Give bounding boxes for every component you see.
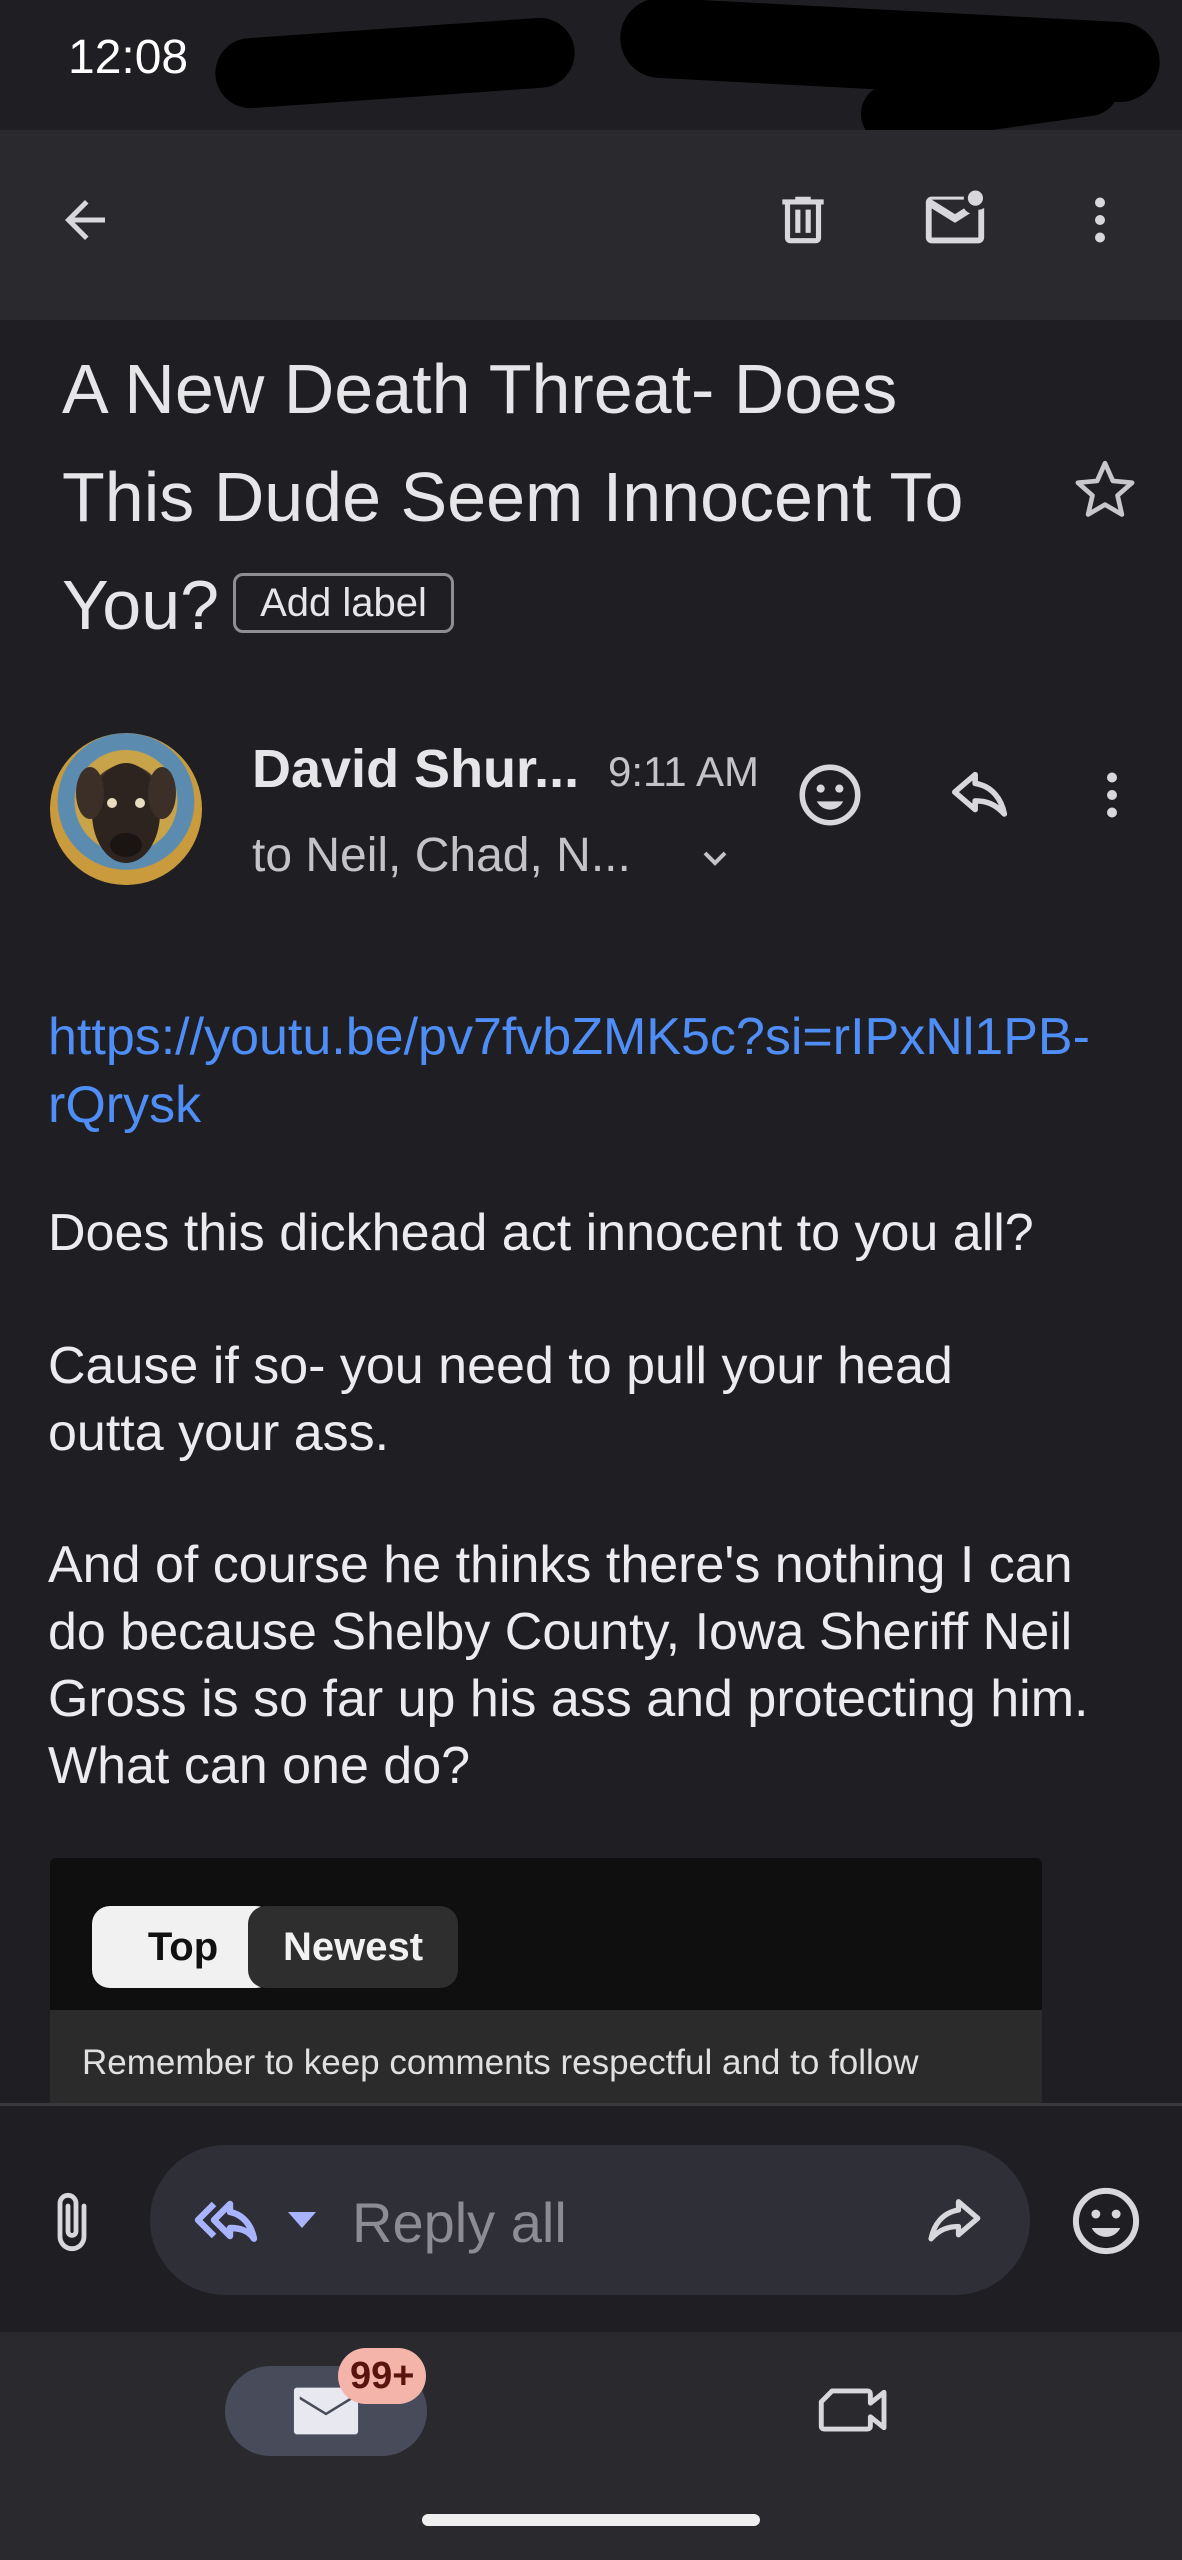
more-vertical-icon xyxy=(1107,772,1117,818)
reply-icon xyxy=(951,771,1008,817)
status-bar: 12:08 xyxy=(0,0,1182,148)
youtube-comments-embed: Top Newest Remember to keep comments res… xyxy=(50,1858,1042,2108)
forward-icon xyxy=(928,2199,981,2242)
tab-newest-comments[interactable]: Newest xyxy=(248,1906,458,1988)
body-paragraph: And of course he thinks there's nothing … xyxy=(48,1536,1089,1795)
mark-unread-button[interactable] xyxy=(900,165,1010,275)
star-icon[interactable] xyxy=(1070,455,1140,525)
emoji-icon xyxy=(1072,2187,1140,2255)
body-paragraph: Cause if so- you need to pull your head … xyxy=(48,1337,953,1462)
subject-text: A New Death Threat- Does This Dude Seem … xyxy=(62,350,964,644)
youtube-link[interactable]: https://youtu.be/pv7fvbZMK5c?si=rIPxNl1P… xyxy=(48,1003,1098,1139)
tab-top-comments[interactable]: Top xyxy=(92,1906,274,1988)
attach-button[interactable] xyxy=(40,2185,104,2259)
sender-name[interactable]: David Shur... xyxy=(252,738,579,800)
more-vertical-icon xyxy=(1095,197,1105,243)
email-subject: A New Death Threat- Does This Dude Seem … xyxy=(62,335,1022,659)
redaction-scribble xyxy=(212,15,578,111)
video-camera-icon xyxy=(818,2388,887,2432)
dog-avatar-image xyxy=(76,763,176,863)
trash-icon xyxy=(782,196,824,244)
status-time: 12:08 xyxy=(68,31,189,84)
reply-button[interactable] xyxy=(936,750,1026,840)
body-paragraph: Does this dickhead act innocent to you a… xyxy=(48,1204,1034,1262)
paperclip-icon xyxy=(57,2193,87,2252)
forward-button[interactable] xyxy=(920,2188,986,2254)
mail-unread-icon xyxy=(925,190,985,244)
reply-placeholder: Reply all xyxy=(352,2191,567,2254)
dropdown-arrow-icon xyxy=(288,2212,316,2228)
more-options-button[interactable] xyxy=(1045,165,1155,275)
message-more-button[interactable] xyxy=(1067,750,1157,840)
comment-notice-text: Remember to keep comments respectful and… xyxy=(82,2043,919,2082)
arrow-left-icon xyxy=(65,200,105,240)
add-label-button[interactable]: Add label xyxy=(233,572,454,633)
meet-tab[interactable] xyxy=(818,2380,890,2440)
home-indicator xyxy=(422,2514,760,2526)
unread-count-badge: 99+ xyxy=(338,2348,427,2404)
chevron-down-icon[interactable] xyxy=(695,838,735,878)
add-reaction-button[interactable] xyxy=(785,750,875,840)
sent-time: 9:11 AM xyxy=(608,748,759,795)
sender-avatar[interactable] xyxy=(50,733,202,885)
back-button[interactable] xyxy=(30,165,140,275)
recipients-summary[interactable]: to Neil, Chad, N... xyxy=(252,828,631,883)
reply-mode-dropdown[interactable] xyxy=(282,2205,322,2235)
emoji-button[interactable] xyxy=(1068,2183,1144,2259)
reply-all-icon xyxy=(194,2200,258,2242)
delete-button[interactable] xyxy=(748,165,858,275)
emoji-icon xyxy=(799,764,861,826)
reply-all-mode-button[interactable] xyxy=(190,2187,280,2253)
